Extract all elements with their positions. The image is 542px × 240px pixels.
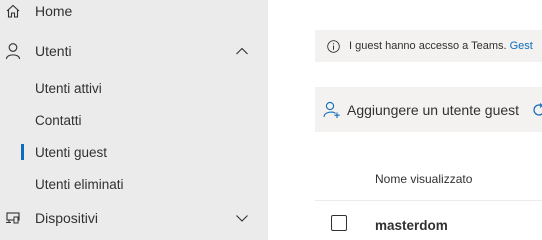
chevron-down-icon[interactable] — [234, 210, 250, 226]
chevron-up-icon[interactable] — [234, 43, 250, 59]
home-icon — [4, 2, 22, 20]
person-icon — [4, 42, 22, 60]
refresh-icon[interactable] — [531, 102, 542, 118]
nav-subitem-label: Utenti attivi — [35, 80, 102, 96]
nav-subitem-guest-users[interactable]: Utenti guest — [0, 138, 268, 166]
nav-item-devices[interactable]: Dispositivi — [0, 202, 268, 234]
active-indicator — [21, 144, 24, 160]
nav-item-users[interactable]: Utenti — [0, 35, 268, 67]
nav-subitem-label: Contatti — [35, 112, 82, 128]
message-text: I guest hanno accesso a Teams. — [349, 40, 507, 52]
nav-subitem-deleted-users[interactable]: Utenti eliminati — [0, 170, 268, 198]
row-checkbox[interactable] — [331, 215, 347, 231]
main-content: I guest hanno accesso a Teams. Gest Aggi… — [268, 0, 542, 240]
message-bar: I guest hanno accesso a Teams. Gest — [315, 30, 542, 62]
nav-item-home-label: Home — [35, 3, 73, 19]
nav-subitem-label: Utenti guest — [35, 144, 108, 160]
nav-subitem-label: Utenti eliminati — [35, 176, 124, 192]
add-guest-user-label: Aggiungere un utente guest — [347, 102, 520, 118]
nav-item-users-label: Utenti — [35, 43, 72, 59]
add-person-icon — [323, 101, 341, 119]
command-bar: Aggiungere un utente guest — [315, 87, 542, 132]
table-row[interactable]: masterdom — [315, 200, 542, 240]
nav-item-devices-label: Dispositivi — [35, 210, 99, 226]
message-link[interactable]: Gest — [510, 40, 533, 52]
column-header-display-name[interactable]: Nome visualizzato — [375, 172, 472, 186]
row-display-name[interactable]: masterdom — [375, 218, 448, 233]
nav-item-home[interactable]: Home — [0, 0, 268, 27]
left-navigation: Home Utenti Utenti attivi Contatti Utent… — [0, 0, 268, 240]
info-icon — [327, 39, 340, 53]
add-guest-user-button[interactable]: Aggiungere un utente guest — [323, 99, 519, 121]
nav-subitem-contacts[interactable]: Contatti — [0, 106, 268, 134]
devices-icon — [4, 209, 22, 227]
nav-subitem-active-users[interactable]: Utenti attivi — [0, 74, 268, 102]
